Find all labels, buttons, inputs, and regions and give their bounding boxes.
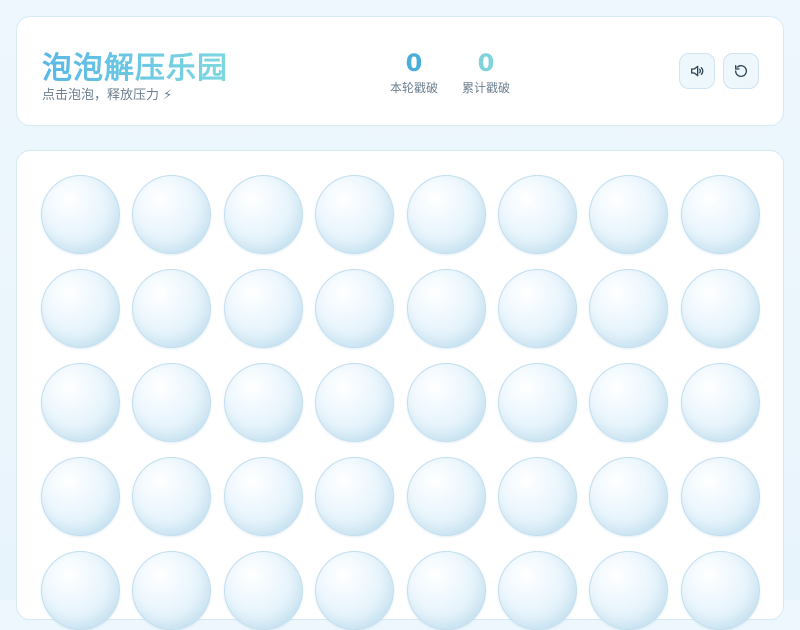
page-title: 泡泡解压乐园: [42, 43, 228, 87]
total-pop-stat: 0 累计戳破: [456, 49, 516, 96]
bubble[interactable]: [41, 175, 120, 254]
bubble[interactable]: [406, 551, 486, 630]
page-subtitle: 点击泡泡，释放压力 ⚡: [42, 88, 173, 103]
bubble[interactable]: [497, 457, 577, 536]
bubble[interactable]: [315, 551, 395, 630]
bubble[interactable]: [223, 457, 303, 536]
speaker-icon: [691, 65, 704, 77]
bubble[interactable]: [132, 269, 212, 348]
total-pop-count: 0: [477, 49, 495, 77]
bubble-board: [16, 150, 784, 630]
bubble[interactable]: [589, 551, 669, 630]
bubble[interactable]: [132, 363, 212, 442]
bubble[interactable]: [223, 551, 303, 630]
round-pop-label: 本轮戳破: [389, 81, 438, 95]
round-pop-stat: 0 本轮戳破: [384, 49, 444, 96]
bubble[interactable]: [41, 551, 120, 630]
reset-button[interactable]: [723, 53, 759, 89]
bubble[interactable]: [41, 457, 120, 536]
bubble[interactable]: [589, 363, 669, 442]
bubble[interactable]: [406, 269, 486, 348]
bubble[interactable]: [680, 269, 760, 348]
bubble[interactable]: [497, 269, 577, 348]
bubble[interactable]: [223, 175, 303, 254]
header-card: 泡泡解压乐园 点击泡泡，释放压力 ⚡ 0 本轮戳破 0 累计戳破: [16, 16, 784, 126]
bubble[interactable]: [132, 175, 212, 254]
bubble[interactable]: [41, 363, 120, 442]
bubble[interactable]: [589, 175, 669, 254]
refresh-icon: [735, 65, 747, 77]
bubble[interactable]: [315, 457, 395, 536]
bubble[interactable]: [680, 457, 760, 536]
bubble[interactable]: [132, 457, 212, 536]
bubble[interactable]: [406, 457, 486, 536]
total-pop-label: 累计戳破: [461, 81, 510, 95]
bubble[interactable]: [315, 175, 395, 254]
sound-toggle-button[interactable]: [679, 53, 715, 89]
round-pop-count: 0: [405, 49, 423, 77]
bubble[interactable]: [497, 363, 577, 442]
bubble[interactable]: [132, 551, 212, 630]
bubble[interactable]: [497, 551, 577, 630]
bubble[interactable]: [680, 175, 760, 254]
bubble[interactable]: [680, 363, 760, 442]
bubble[interactable]: [680, 551, 760, 630]
bubble[interactable]: [315, 269, 395, 348]
bubble[interactable]: [406, 363, 486, 442]
bubble[interactable]: [589, 269, 669, 348]
bubble[interactable]: [223, 269, 303, 348]
bubble[interactable]: [589, 457, 669, 536]
bubble-grid: [41, 175, 760, 630]
bubble[interactable]: [497, 175, 577, 254]
bubble[interactable]: [315, 363, 395, 442]
bubble[interactable]: [41, 269, 120, 348]
bubble[interactable]: [223, 363, 303, 442]
bubble[interactable]: [406, 175, 486, 254]
